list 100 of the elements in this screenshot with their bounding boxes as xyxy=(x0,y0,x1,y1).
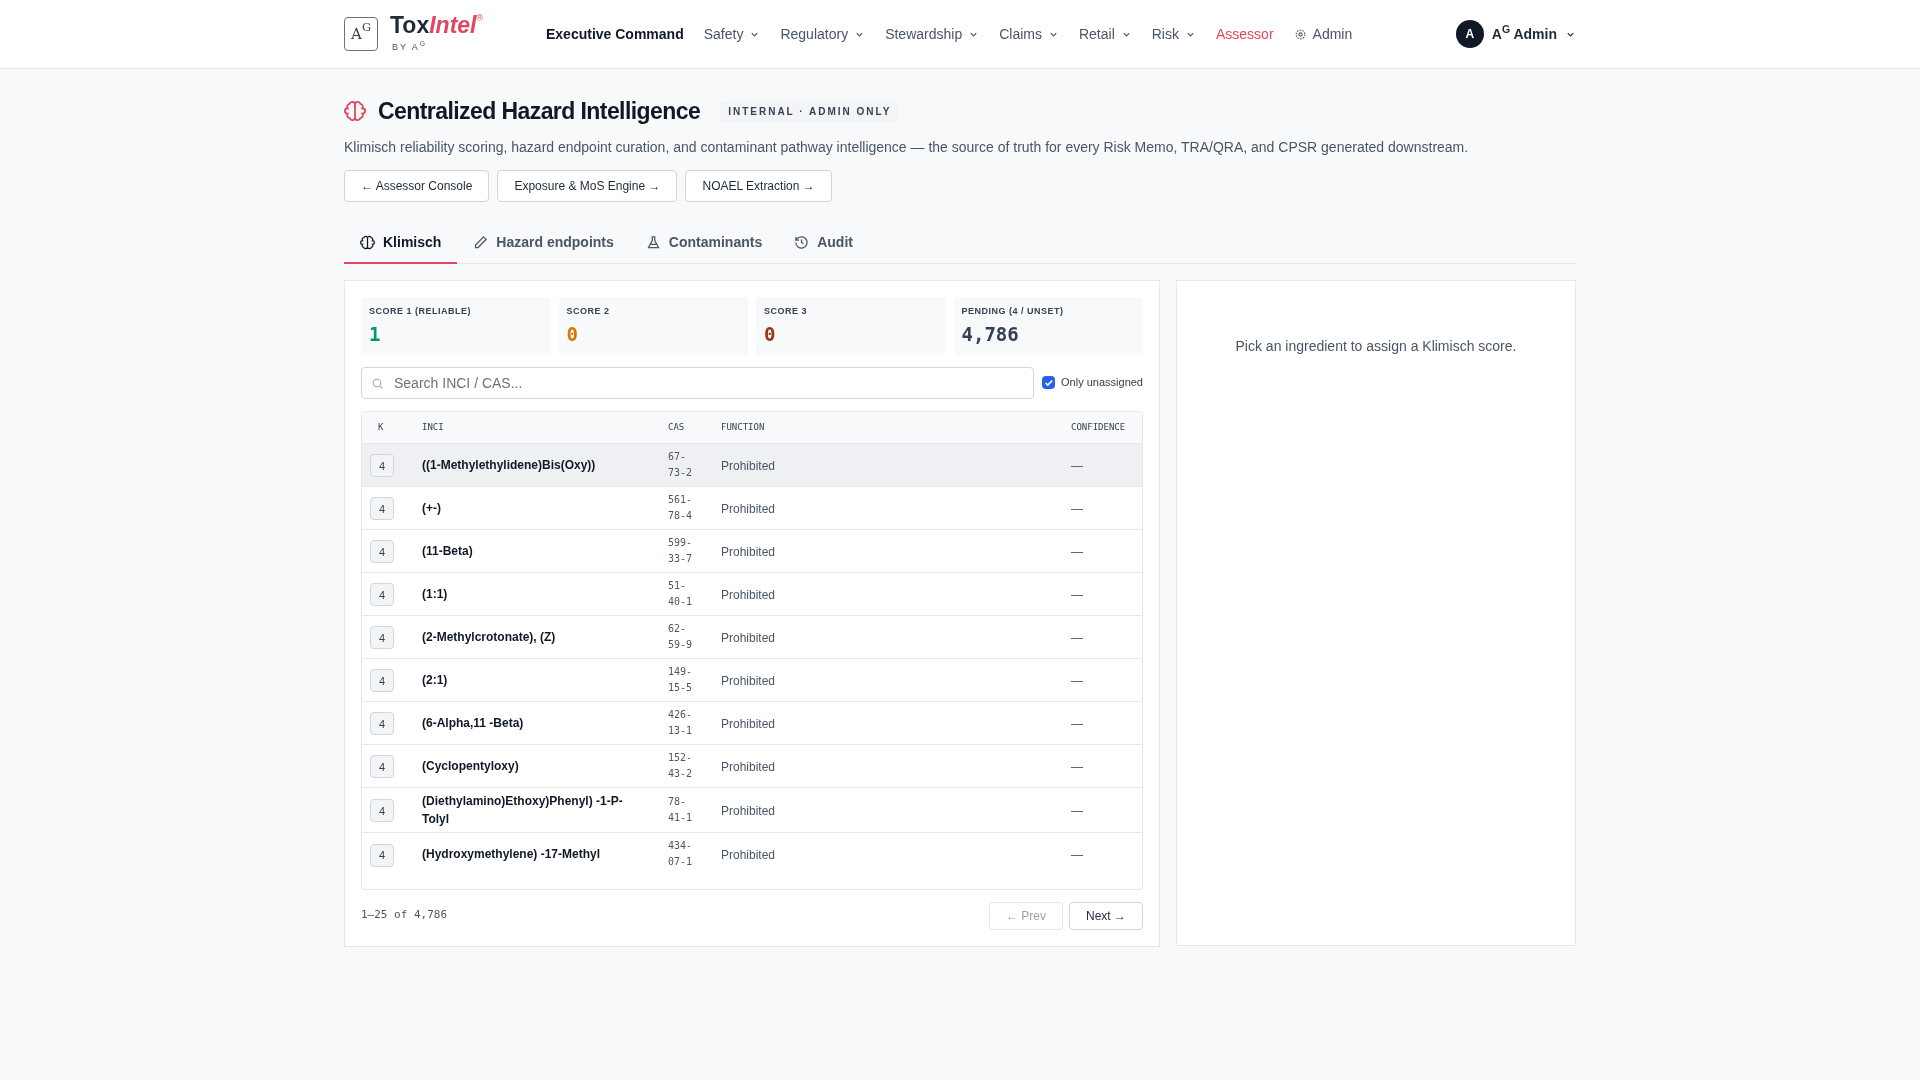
function-text: Prohibited xyxy=(721,804,776,818)
column-header: CAS xyxy=(668,421,685,432)
column-header: FUNCTION xyxy=(721,421,765,432)
nav-link[interactable]: Risk xyxy=(1151,23,1196,45)
nav-link[interactable]: Admin xyxy=(1293,23,1353,45)
function-text: Prohibited xyxy=(721,545,776,559)
score-chip[interactable]: 4 xyxy=(370,454,394,478)
score-chip[interactable]: 4 xyxy=(370,540,394,564)
score-chip[interactable]: 4 xyxy=(370,712,394,736)
function-text: Prohibited xyxy=(721,717,776,731)
column-header: K xyxy=(378,421,384,432)
table-row[interactable]: 4 (+-) 561- 78-4 Prohibited — xyxy=(362,486,1142,530)
nav-button[interactable]: Exposure & MoS Engine → xyxy=(497,169,678,202)
inci-name: (11-Beta) xyxy=(422,543,474,560)
brain-icon xyxy=(344,100,366,123)
function-text: Prohibited xyxy=(721,502,776,516)
nav-button[interactable]: NOAEL Extraction → xyxy=(685,169,832,202)
inci-name: ((1-Methylethylidene)Bis(Oxy)) xyxy=(422,457,597,474)
confidence-text: — xyxy=(1071,848,1083,863)
confidence-text: — xyxy=(1071,502,1083,516)
confidence-text: — xyxy=(1071,717,1083,731)
score-chip[interactable]: 4 xyxy=(370,755,394,779)
stat-value: 1 xyxy=(369,322,382,347)
confidence-text: — xyxy=(1071,760,1083,774)
inci-name: (1:1) xyxy=(422,586,449,603)
user-avatar[interactable]: A xyxy=(1455,20,1484,48)
search-field[interactable]: Search INCI / CAS... xyxy=(361,366,1035,399)
tab[interactable]: Contaminants xyxy=(629,223,779,264)
stat-label: SCORE 2 xyxy=(566,304,611,318)
table-row[interactable]: 4 (6-Alpha,11 -Beta) 426- 13-1 Prohibited — xyxy=(362,701,1142,745)
inci-name: (+-) xyxy=(422,500,442,517)
inci-name: (6-Alpha,11 -Beta) xyxy=(422,715,525,732)
column-header: CONFIDENCE xyxy=(1071,421,1126,432)
settings-icon xyxy=(1293,27,1307,41)
score-chip[interactable]: 4 xyxy=(370,799,394,823)
function-text: Prohibited xyxy=(721,631,776,645)
nav-link[interactable]: Stewardship xyxy=(885,23,980,45)
brain-icon xyxy=(360,235,375,250)
cas-number: 51- 40-1 xyxy=(668,579,694,609)
confidence-text: — xyxy=(1071,674,1083,688)
function-text: Prohibited xyxy=(721,674,776,688)
function-text: Prohibited xyxy=(721,459,776,473)
score-chip[interactable]: 4 xyxy=(370,497,394,521)
flask-icon xyxy=(645,235,661,250)
score-chip[interactable]: 4 xyxy=(370,583,394,607)
empty-state-text: Pick an ingredient to assign a Klimisch score. xyxy=(1234,336,1518,356)
stat-label: PENDING (4 / UNSET) xyxy=(961,304,1065,318)
checkbox-label: Only unassigned xyxy=(1061,375,1143,391)
table-row[interactable]: 4 (11-Beta) 599- 33-7 Prohibited — xyxy=(362,529,1142,573)
nav-link[interactable]: Claims xyxy=(999,23,1059,45)
checkbox[interactable] xyxy=(1042,376,1056,389)
function-text: Prohibited xyxy=(721,848,776,863)
stat-value: 4,786 xyxy=(961,322,1020,347)
tab[interactable]: Klimisch xyxy=(344,223,458,264)
nav-link[interactable]: Executive Command xyxy=(546,23,684,45)
cas-number: 426- 13-1 xyxy=(668,708,694,738)
cas-number: 599- 33-7 xyxy=(668,536,694,566)
cas-number: 78- 41-1 xyxy=(668,795,694,825)
confidence-text: — xyxy=(1071,545,1083,559)
inci-name: (2:1) xyxy=(422,672,449,689)
registered-mark: ® xyxy=(476,13,484,23)
nav-link[interactable]: Safety xyxy=(703,23,761,45)
table-row[interactable]: 4 (Cyclopentyloxy) 152- 43-2 Prohibited — xyxy=(362,744,1142,788)
stat-value: 0 xyxy=(566,322,579,347)
page-range: 1–25 of 4,786 xyxy=(361,907,448,924)
cas-number: 561- 78-4 xyxy=(668,493,694,523)
inci-name: (Diethylamino)Ethoxy)Phenyl) -1-P-Tolyl xyxy=(422,793,624,828)
user-menu[interactable]: A$^{G}$ Admin xyxy=(1491,23,1576,45)
stat-value: 0 xyxy=(764,322,777,347)
cas-number: 62- 59-9 xyxy=(668,622,694,652)
pencil-icon xyxy=(473,235,489,250)
score-chip[interactable]: 4 xyxy=(370,669,394,693)
tab[interactable]: Hazard endpoints xyxy=(457,223,630,264)
inci-name: (2-Methylcrotonate), (Z) xyxy=(422,629,557,646)
table-row[interactable]: 4 (1:1) 51- 40-1 Prohibited — xyxy=(362,572,1142,616)
table-row[interactable]: 4 ((1-Methylethylidene)Bis(Oxy)) 67- 73-2 Prohibited — xyxy=(362,443,1142,487)
table-row[interactable]: 4 (2:1) 149- 15-5 Prohibited — xyxy=(362,658,1142,702)
confidence-text: — xyxy=(1071,631,1083,645)
column-header: INCI xyxy=(422,421,444,432)
next-button[interactable]: Next → xyxy=(1069,901,1143,930)
function-text: Prohibited xyxy=(721,588,776,602)
logo-mark: A$^{G}$ xyxy=(344,17,378,51)
nav-link[interactable]: Retail xyxy=(1078,23,1132,45)
score-chip[interactable]: 4 xyxy=(370,843,394,867)
table-row[interactable]: 4 (Diethylamino)Ethoxy)Phenyl) -1-P-Tolyl 78- 41-1 Prohibited — xyxy=(362,787,1142,833)
internal-badge: INTERNAL · ADMIN ONLY xyxy=(720,100,900,122)
page-title: Centralized Hazard Intelligence xyxy=(378,97,701,126)
inci-name: (Cyclopentyloxy) xyxy=(422,758,520,775)
nav-link[interactable]: Regulatory xyxy=(780,23,866,45)
search-icon xyxy=(371,376,384,390)
brand-name: ToxIntel xyxy=(390,13,477,37)
score-chip[interactable]: 4 xyxy=(370,626,394,650)
tab[interactable]: Audit xyxy=(778,223,869,264)
nav-button[interactable]: ← Assessor Console xyxy=(344,169,490,202)
nav-link[interactable]: Assessor xyxy=(1216,23,1274,45)
stat-label: SCORE 3 xyxy=(764,304,808,318)
inci-name: (Hydroxymethylene) -17-Methyl xyxy=(422,846,602,864)
confidence-text: — xyxy=(1071,588,1083,602)
table-row[interactable]: 4 (2-Methylcrotonate), (Z) 62- 59-9 Prohibited — xyxy=(362,615,1142,659)
brand-byline: BY A$^{G}$ xyxy=(392,40,429,54)
